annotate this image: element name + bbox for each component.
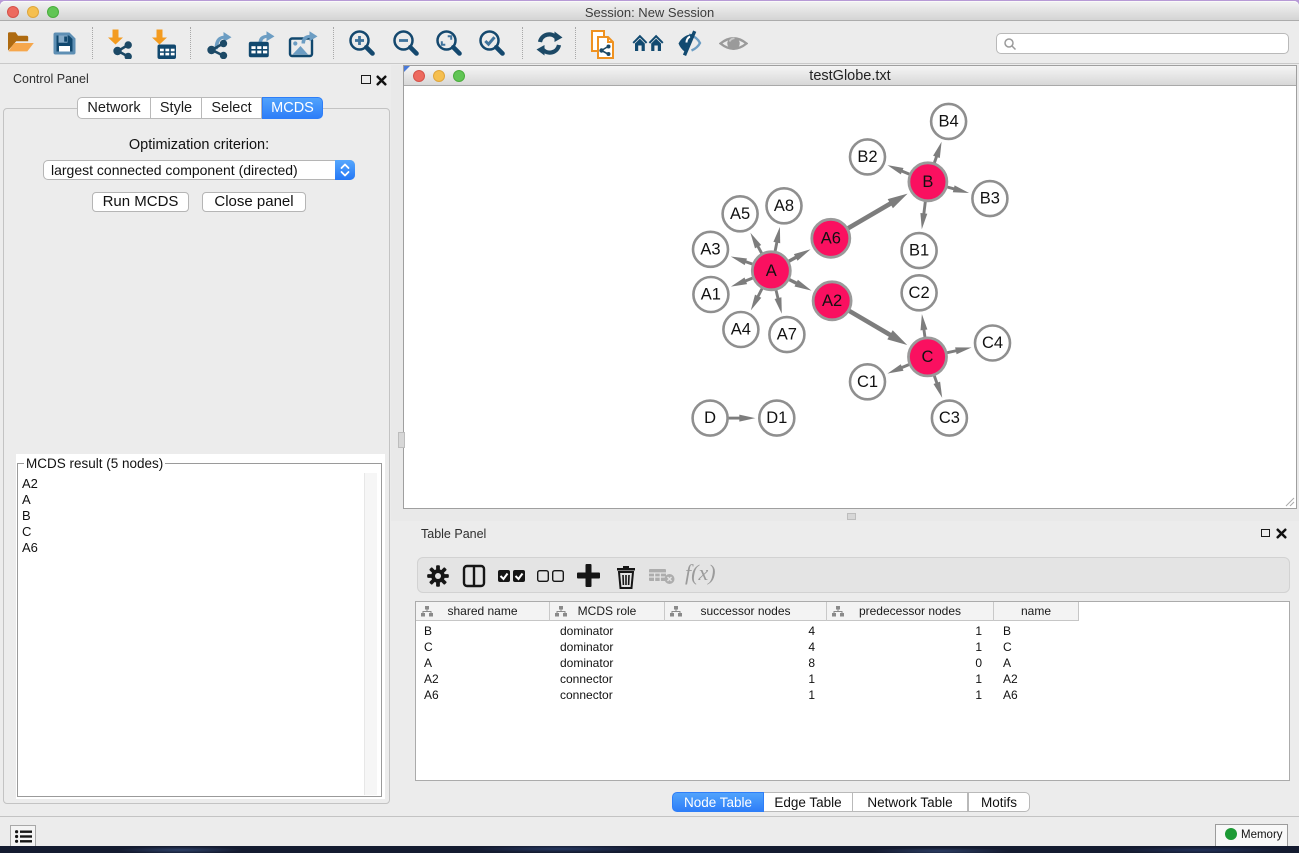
svg-text:A7: A7 [777,326,797,344]
svg-text:B4: B4 [939,112,959,130]
svg-text:C1: C1 [857,373,878,391]
svg-text:A1: A1 [701,286,721,304]
svg-text:B2: B2 [857,148,877,166]
svg-text:A5: A5 [730,205,750,223]
svg-text:C2: C2 [909,284,930,302]
svg-text:B: B [922,173,933,191]
svg-text:A8: A8 [774,197,794,215]
svg-text:D: D [704,409,716,427]
svg-text:A6: A6 [821,229,841,247]
svg-text:A: A [766,262,777,280]
svg-text:A3: A3 [700,240,720,258]
svg-text:D1: D1 [766,409,787,427]
svg-text:C3: C3 [939,409,960,427]
svg-text:B3: B3 [980,190,1000,208]
svg-text:B1: B1 [909,242,929,260]
svg-text:A2: A2 [822,292,842,310]
svg-text:A4: A4 [731,321,751,339]
svg-text:C: C [922,348,934,366]
svg-text:C4: C4 [982,334,1003,352]
